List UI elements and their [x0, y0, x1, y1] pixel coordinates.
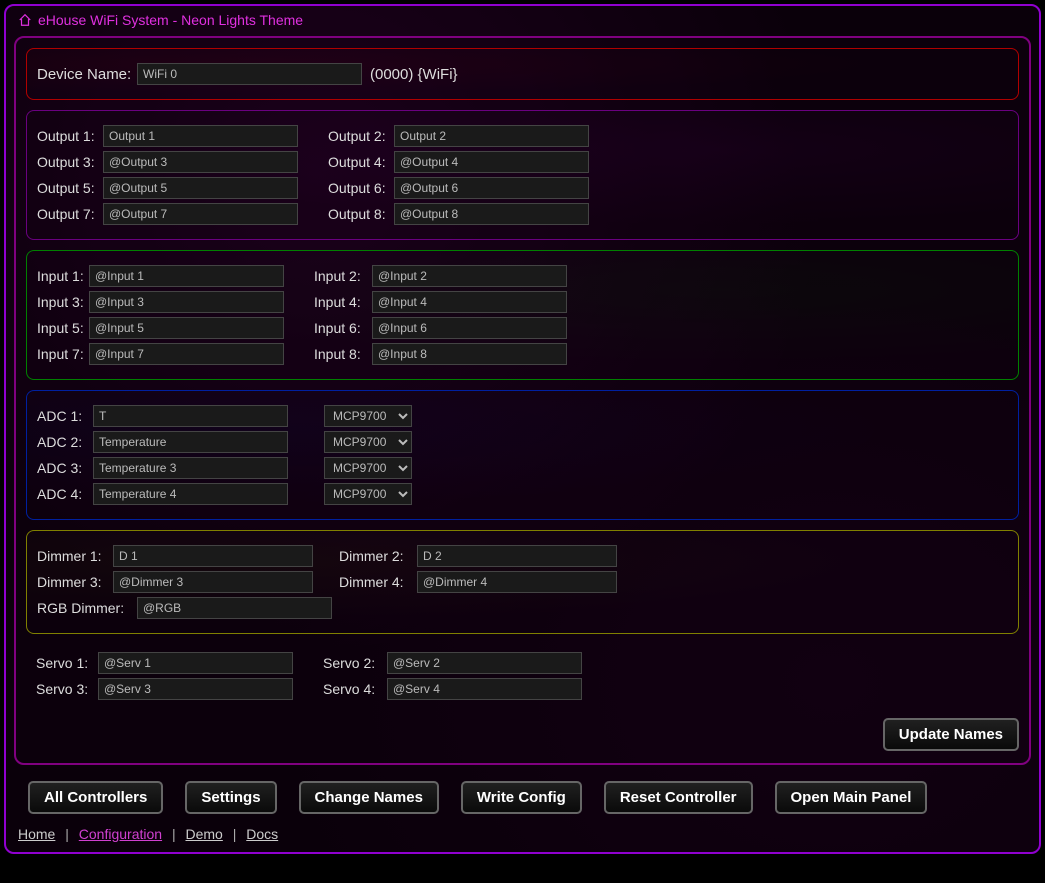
adc-3-select[interactable]: MCP9700 — [324, 457, 412, 479]
change-names-button[interactable]: Change Names — [299, 781, 439, 814]
servo-label: Servo 1: — [36, 655, 98, 671]
rgb-label: RGB Dimmer: — [37, 600, 137, 616]
adc-2-select[interactable]: MCP9700 — [324, 431, 412, 453]
dimmers-group: Dimmer 1: Dimmer 2: Dimmer 3: Dimmer 4: … — [26, 530, 1019, 634]
footer-configuration-link[interactable]: Configuration — [79, 826, 162, 842]
dimmer-2-input[interactable] — [417, 545, 617, 567]
adc-label: ADC 2: — [37, 434, 93, 450]
adc-label: ADC 4: — [37, 486, 93, 502]
output-label: Output 3: — [37, 154, 103, 170]
input-7-input[interactable] — [89, 343, 284, 365]
dimmer-1-input[interactable] — [113, 545, 313, 567]
dimmer-3-input[interactable] — [113, 571, 313, 593]
output-7-input[interactable] — [103, 203, 298, 225]
all-controllers-button[interactable]: All Controllers — [28, 781, 163, 814]
open-main-panel-button[interactable]: Open Main Panel — [775, 781, 928, 814]
footer-home-link[interactable]: Home — [18, 826, 55, 842]
output-8-input[interactable] — [394, 203, 589, 225]
input-label: Input 6: — [314, 320, 372, 336]
servo-label: Servo 2: — [323, 655, 387, 671]
output-label: Output 6: — [328, 180, 394, 196]
device-suffix: (0000) {WiFi} — [370, 66, 458, 83]
adc-label: ADC 1: — [37, 408, 93, 424]
input-label: Input 4: — [314, 294, 372, 310]
titlebar: eHouse WiFi System - Neon Lights Theme — [14, 10, 1031, 36]
adc-label: ADC 3: — [37, 460, 93, 476]
input-1-input[interactable] — [89, 265, 284, 287]
content-panel: Device Name: (0000) {WiFi} Output 1: Out… — [14, 36, 1031, 765]
settings-button[interactable]: Settings — [185, 781, 276, 814]
dimmer-label: Dimmer 1: — [37, 548, 113, 564]
input-label: Input 8: — [314, 346, 372, 362]
input-4-input[interactable] — [372, 291, 567, 313]
dimmer-label: Dimmer 3: — [37, 574, 113, 590]
input-6-input[interactable] — [372, 317, 567, 339]
input-5-input[interactable] — [89, 317, 284, 339]
write-config-button[interactable]: Write Config — [461, 781, 582, 814]
main-window: eHouse WiFi System - Neon Lights Theme D… — [4, 4, 1041, 854]
servos-group: Servo 1: Servo 2: Servo 3: Servo 4: — [26, 644, 1019, 714]
output-5-input[interactable] — [103, 177, 298, 199]
update-names-button[interactable]: Update Names — [883, 718, 1019, 751]
servo-2-input[interactable] — [387, 652, 582, 674]
separator: | — [233, 826, 237, 842]
output-6-input[interactable] — [394, 177, 589, 199]
input-label: Input 5: — [37, 320, 89, 336]
servo-4-input[interactable] — [387, 678, 582, 700]
output-label: Output 5: — [37, 180, 103, 196]
output-4-input[interactable] — [394, 151, 589, 173]
reset-controller-button[interactable]: Reset Controller — [604, 781, 753, 814]
servo-label: Servo 4: — [323, 681, 387, 697]
input-label: Input 7: — [37, 346, 89, 362]
inputs-group: Input 1: Input 2: Input 3: Input 4: Inpu… — [26, 250, 1019, 380]
footer-links: Home | Configuration | Demo | Docs — [14, 820, 1031, 844]
adc-4-select[interactable]: MCP9700 — [324, 483, 412, 505]
separator: | — [172, 826, 176, 842]
window-title: eHouse WiFi System - Neon Lights Theme — [38, 12, 303, 28]
input-label: Input 2: — [314, 268, 372, 284]
adc-4-input[interactable] — [93, 483, 288, 505]
home-icon — [18, 13, 32, 27]
servo-label: Servo 3: — [36, 681, 98, 697]
outputs-group: Output 1: Output 2: Output 3: Output 4: … — [26, 110, 1019, 240]
dimmer-label: Dimmer 2: — [339, 548, 417, 564]
separator: | — [65, 826, 69, 842]
footer-demo-link[interactable]: Demo — [185, 826, 222, 842]
dimmer-4-input[interactable] — [417, 571, 617, 593]
input-label: Input 1: — [37, 268, 89, 284]
output-3-input[interactable] — [103, 151, 298, 173]
output-label: Output 4: — [328, 154, 394, 170]
output-label: Output 7: — [37, 206, 103, 222]
adc-1-select[interactable]: MCP9700 — [324, 405, 412, 427]
rgb-dimmer-input[interactable] — [137, 597, 332, 619]
adc-1-input[interactable] — [93, 405, 288, 427]
input-8-input[interactable] — [372, 343, 567, 365]
input-3-input[interactable] — [89, 291, 284, 313]
device-name-input[interactable] — [137, 63, 362, 85]
device-label: Device Name: — [37, 66, 137, 83]
output-label: Output 8: — [328, 206, 394, 222]
footer-docs-link[interactable]: Docs — [246, 826, 278, 842]
servo-1-input[interactable] — [98, 652, 293, 674]
input-2-input[interactable] — [372, 265, 567, 287]
adc-group: ADC 1: MCP9700 ADC 2: MCP9700 ADC 3: MCP… — [26, 390, 1019, 520]
adc-3-input[interactable] — [93, 457, 288, 479]
output-1-input[interactable] — [103, 125, 298, 147]
device-group: Device Name: (0000) {WiFi} — [26, 48, 1019, 100]
input-label: Input 3: — [37, 294, 89, 310]
output-label: Output 2: — [328, 128, 394, 144]
output-2-input[interactable] — [394, 125, 589, 147]
dimmer-label: Dimmer 4: — [339, 574, 417, 590]
adc-2-input[interactable] — [93, 431, 288, 453]
bottom-toolbar: All Controllers Settings Change Names Wr… — [14, 765, 1031, 820]
servo-3-input[interactable] — [98, 678, 293, 700]
output-label: Output 1: — [37, 128, 103, 144]
